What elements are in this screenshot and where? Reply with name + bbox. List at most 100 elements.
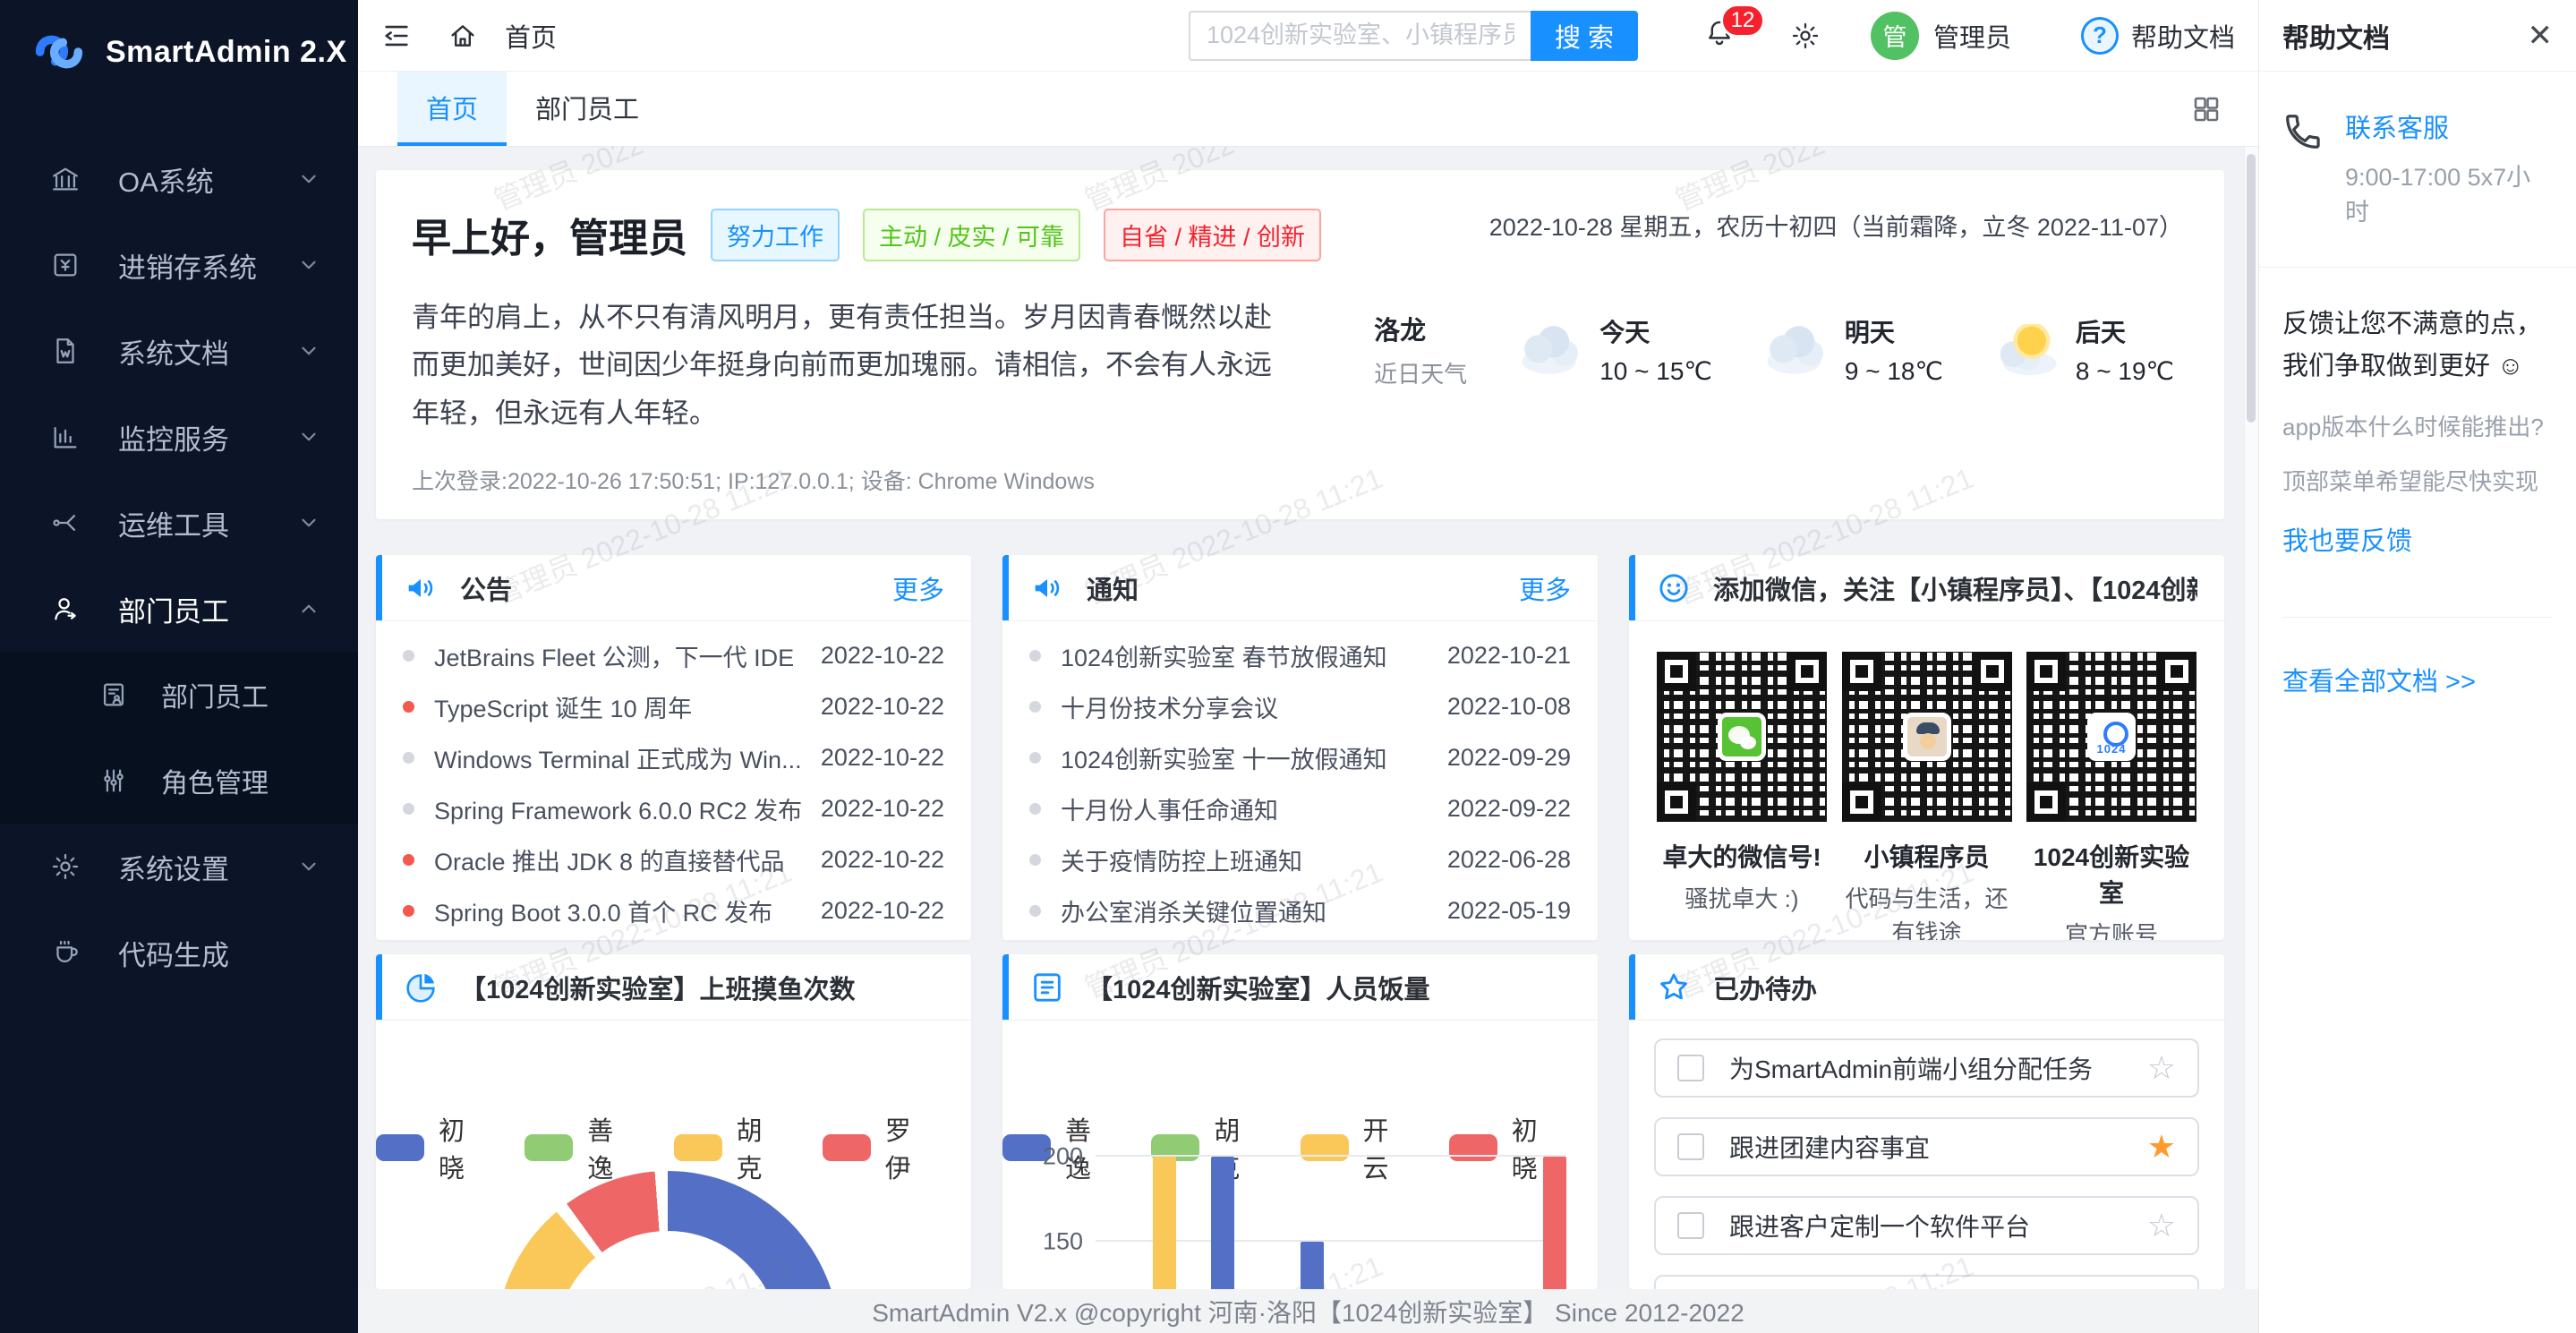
todo-item[interactable] <box>1654 1275 2199 1289</box>
scrollbar-thumb[interactable] <box>2247 154 2256 423</box>
todo-item[interactable]: 跟进团建内容事宜 <box>1654 1117 2199 1176</box>
chevron-down-icon <box>297 425 320 449</box>
sidebar-item-label: 系统设置 <box>118 847 229 887</box>
announcement-row[interactable]: JetBrains Fleet 公测，下一代 IDE 2022-10-22 <box>376 630 971 681</box>
bar-plot: 200150 <box>1002 1047 1598 1289</box>
card-title: 公告 <box>460 569 512 607</box>
legend-swatch[interactable] <box>525 1134 573 1161</box>
settings-gear-icon[interactable] <box>1790 21 1821 51</box>
page-tab[interactable]: 首页 <box>397 72 507 146</box>
notice-row[interactable]: 关于疫情防控上班通知 2022-06-28 <box>1002 834 1598 885</box>
bullet-dot <box>403 803 414 815</box>
legend-label[interactable]: 罗伊 <box>885 1110 932 1185</box>
sidebar-item[interactable]: 进销存系统 <box>0 222 358 308</box>
appetite-chart-card: 【1024创新实验室】人员饭量 善逸 胡克 开云 初晓 <box>1002 954 1598 1289</box>
legend-swatch[interactable] <box>674 1134 722 1161</box>
bar[interactable] <box>1543 1157 1566 1289</box>
qr-block: 卓大的微信号! 骚扰卓大 :) <box>1652 652 1831 940</box>
legend-swatch[interactable] <box>376 1134 424 1161</box>
gear-icon <box>50 851 81 882</box>
sidebar-item[interactable]: 系统文档 <box>0 308 358 394</box>
announcement-row[interactable]: Spring Boot 3.0.0 首个 RC 发布 2022-10-22 <box>376 885 971 936</box>
sidebar-item-label: 代码生成 <box>118 933 229 973</box>
todo-item[interactable]: 为SmartAdmin前端小组分配任务 <box>1654 1038 2199 1098</box>
help-panel: 帮助文档 ✕ 联系客服 9:00-17:00 5x7小时 反馈让您不满意的点，我… <box>2258 0 2576 1333</box>
bar[interactable] <box>1301 1242 1324 1289</box>
announcement-row[interactable]: TypeScript 诞生 10 周年 2022-10-22 <box>376 681 971 732</box>
gauge-donut <box>496 1171 840 1289</box>
global-search: 搜 索 <box>1189 11 1638 61</box>
weather-strip: 洛龙 近日天气 今天 10 ~ 15℃ 明天 <box>1374 310 2174 389</box>
card-title: 通知 <box>1087 569 1139 607</box>
todo-star-icon[interactable] <box>2147 1209 2176 1242</box>
close-icon[interactable]: ✕ <box>2528 18 2554 54</box>
card-title: 【1024创新实验室】上班摸鱼次数 <box>460 969 856 1006</box>
todo-checkbox[interactable] <box>1677 1133 1704 1160</box>
breadcrumb[interactable]: 首页 <box>505 17 557 55</box>
sidebar-item[interactable]: 运维工具 <box>0 480 358 566</box>
card-title: 已办待办 <box>1713 969 1817 1006</box>
notice-row[interactable]: 1024创新实验室 春节放假通知 2022-10-21 <box>1002 630 1598 681</box>
notice-row[interactable]: 办公室消杀关键位置通知 2022-05-19 <box>1002 885 1598 936</box>
app-title: SmartAdmin 2.X <box>106 35 347 70</box>
todo-checkbox[interactable] <box>1677 1055 1704 1081</box>
sidebar-item[interactable]: 角色管理 <box>0 738 358 824</box>
vertical-scrollbar[interactable] <box>2244 147 2258 1289</box>
slacking-chart-card: 【1024创新实验室】上班摸鱼次数 初晓 善逸 胡克 罗伊 <box>376 954 971 1289</box>
legend-label[interactable]: 善逸 <box>587 1110 634 1185</box>
more-link[interactable]: 更多 <box>892 569 944 607</box>
notification-bell[interactable]: 12 <box>1704 18 1735 53</box>
search-input[interactable] <box>1189 11 1531 61</box>
bar[interactable] <box>1153 1157 1176 1289</box>
sidebar-item-label: 进销存系统 <box>118 245 257 286</box>
tab-label: 部门员工 <box>535 89 639 126</box>
sidebar-item[interactable]: 部门员工 <box>0 566 358 652</box>
support-hours: 9:00-17:00 5x7小时 <box>2345 158 2553 227</box>
sidebar-item[interactable]: 系统设置 <box>0 824 358 910</box>
search-button[interactable]: 搜 索 <box>1531 11 1638 61</box>
invoice-icon <box>50 250 81 280</box>
pie-chart-icon <box>403 970 439 1005</box>
bullet-dot <box>403 854 414 866</box>
contact-support-link[interactable]: 联系客服 <box>2345 107 2553 145</box>
legend-label[interactable]: 初晓 <box>439 1110 485 1185</box>
collapse-sidebar-icon[interactable] <box>381 21 412 51</box>
speaker-icon <box>1029 570 1065 606</box>
tab-options-grid-icon[interactable] <box>2190 93 2222 125</box>
todo-star-icon[interactable] <box>2147 1131 2176 1163</box>
legend-label[interactable]: 胡克 <box>737 1110 783 1185</box>
sidebar-item[interactable]: 监控服务 <box>0 394 358 480</box>
bullet-dot <box>1029 701 1041 713</box>
greeting-badge: 自省 / 精进 / 创新 <box>1104 209 1321 261</box>
todo-star-icon[interactable] <box>2147 1052 2176 1084</box>
page-tabs: 首页 部门员工 <box>358 72 2258 147</box>
sidebar-item-label: OA系统 <box>118 159 214 200</box>
todo-checkbox[interactable] <box>1677 1212 1704 1239</box>
page-tab[interactable]: 部门员工 <box>507 72 684 146</box>
view-all-docs-link[interactable]: 查看全部文档 >> <box>2259 618 2576 741</box>
logo-row[interactable]: SmartAdmin 2.X <box>0 0 358 81</box>
todo-item[interactable]: 跟进客户定制一个软件平台 <box>1654 1196 2199 1255</box>
bullet-dot <box>403 752 414 764</box>
legend-swatch[interactable] <box>823 1134 871 1161</box>
notice-row[interactable]: 十月份人事任命通知 2022-09-22 <box>1002 783 1598 834</box>
announcement-row[interactable]: Windows Terminal 正式成为 Win... 2022-10-22 <box>376 732 971 783</box>
home-icon[interactable] <box>448 21 478 51</box>
help-doc-toggle[interactable]: ? 帮助文档 <box>2081 17 2235 55</box>
bar[interactable] <box>1211 1157 1234 1289</box>
notification-badge: 12 <box>1720 4 1765 38</box>
announcement-row[interactable]: Oracle 推出 JDK 8 的直接替代品 2022-10-22 <box>376 834 971 885</box>
notice-row[interactable]: 十月份技术分享会议 2022-10-08 <box>1002 681 1598 732</box>
sidebar-item[interactable]: 部门员工 <box>0 652 358 738</box>
user-menu[interactable]: 管 管理员 <box>1871 12 2011 60</box>
sidebar-item[interactable]: OA系统 <box>0 136 358 222</box>
weather-icon <box>1762 324 1829 376</box>
qr-block: 小镇程序员 代码与生活，还有钱途 <box>1838 652 2017 940</box>
feedback-link[interactable]: 我也要反馈 <box>2282 520 2553 558</box>
sidebar-item[interactable]: 代码生成 <box>0 910 358 995</box>
notice-row[interactable]: 1024创新实验室 十一放假通知 2022-09-29 <box>1002 732 1598 783</box>
more-link[interactable]: 更多 <box>1519 569 1571 607</box>
announcement-row[interactable]: Spring Framework 6.0.0 RC2 发布 2022-10-22 <box>376 783 971 834</box>
top-bar: 首页 搜 索 12 管 管理员 ? 帮助文档 <box>358 0 2258 72</box>
smartadmin-logo-icon <box>30 23 88 81</box>
